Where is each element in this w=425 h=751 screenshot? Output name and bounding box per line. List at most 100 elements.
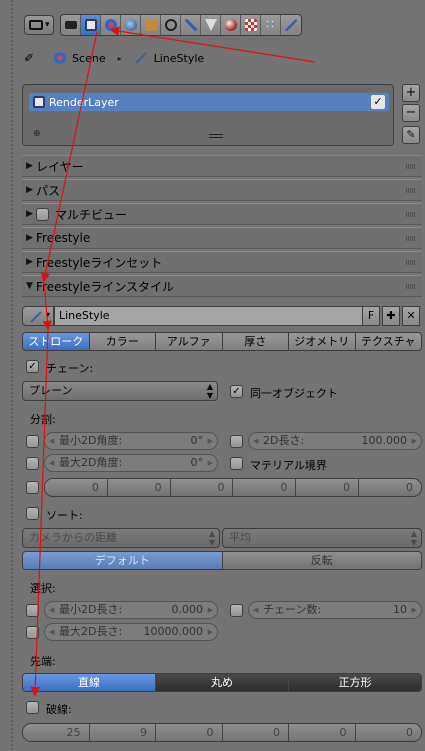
drag-grip-icon[interactable] xyxy=(406,164,416,169)
particles-context-button[interactable] xyxy=(261,15,281,35)
field-value: 0 xyxy=(273,726,280,739)
tab-strokes[interactable]: ストローク xyxy=(23,333,90,350)
panel-title: パス xyxy=(36,183,61,198)
max-2d-angle-field[interactable]: ◀ 最大2D角度: 0° ▶ xyxy=(44,454,218,472)
caps-butt-button[interactable]: 直線 xyxy=(23,674,156,691)
render-layers-icon xyxy=(84,19,97,31)
min-2d-angle-field[interactable]: ◀ 最小2D角度: 0° ▶ xyxy=(44,432,218,450)
gap-2-field[interactable]: 0 xyxy=(222,724,289,741)
data-context-button[interactable] xyxy=(201,15,221,35)
material-icon xyxy=(224,19,237,31)
drag-grip-icon[interactable] xyxy=(406,236,416,241)
linestyle-name-field[interactable]: LineStyle xyxy=(54,306,376,326)
drag-grip-icon[interactable] xyxy=(406,284,416,289)
drag-grip-icon[interactable] xyxy=(406,260,416,265)
material-boundary-label: マテリアル境界 xyxy=(250,459,327,472)
sort-default-button[interactable]: デフォルト xyxy=(23,552,223,569)
gap-3-field[interactable]: 0 xyxy=(355,724,421,741)
split-dash-checkbox[interactable] xyxy=(26,481,39,494)
drag-grip-icon[interactable] xyxy=(406,212,416,217)
pin-icon[interactable]: ✐ xyxy=(24,51,34,65)
same-object-checkbox[interactable]: ✓ xyxy=(230,385,243,398)
list-filter-icon[interactable]: ⊕ xyxy=(33,129,41,139)
dash-2-field[interactable]: 0 xyxy=(156,724,223,741)
field-label: 最大2D角度: xyxy=(59,456,123,469)
pin-layer-button[interactable]: ✎ xyxy=(402,126,420,144)
constraints-context-button[interactable] xyxy=(161,15,181,35)
remove-layer-button[interactable]: − xyxy=(402,104,420,122)
min-angle-checkbox[interactable] xyxy=(26,435,39,448)
split-gap-field[interactable]: 0 xyxy=(233,479,297,496)
modifiers-context-button[interactable] xyxy=(181,15,201,35)
material-boundary-checkbox[interactable] xyxy=(230,457,243,470)
fake-user-button[interactable]: F xyxy=(362,306,380,326)
tab-alpha[interactable]: アルファ xyxy=(156,333,223,350)
chevron-down-icon: ▾ xyxy=(45,20,50,30)
panel-lineset[interactable]: ▶ Freestyleラインセット xyxy=(22,251,422,273)
field-value: 9 xyxy=(140,726,147,739)
integration-type-dropdown[interactable]: 平均 ▲ ▼ xyxy=(222,528,422,548)
region-grip[interactable] xyxy=(11,0,13,751)
max-2d-length-field[interactable]: ◀ 最大2D長さ: 10000.000 ▶ xyxy=(44,623,218,641)
camera-icon xyxy=(64,21,77,29)
chain-count-field[interactable]: ◀ チェーン数: 10 ▶ xyxy=(248,601,422,619)
render-layers-context-button[interactable] xyxy=(81,15,101,35)
panel-freestyle[interactable]: ▶ Freestyle xyxy=(22,227,422,249)
length-2d-field[interactable]: ◀ 2D長さ: 100.000 ▶ xyxy=(248,432,422,450)
new-linestyle-button[interactable]: ✚ xyxy=(382,306,400,326)
dash-1-field[interactable]: 25 xyxy=(23,724,90,741)
mesh-data-icon xyxy=(204,19,217,31)
list-resize-grip[interactable] xyxy=(209,134,223,138)
sort-reverse-button[interactable]: 反転 xyxy=(222,552,421,569)
context-tabs xyxy=(60,14,302,36)
scene-context-button[interactable] xyxy=(101,15,121,35)
min-2d-length-field[interactable]: ◀ 最小2D長さ: 0.000 ▶ xyxy=(44,601,218,619)
add-layer-button[interactable]: + xyxy=(402,84,420,102)
max-length-checkbox[interactable] xyxy=(26,626,39,639)
split-gap-field[interactable]: 0 xyxy=(107,479,171,496)
panel-pass[interactable]: ▶ パス xyxy=(22,179,422,201)
chain-type-value: プレーン xyxy=(29,384,73,397)
render-layer-enable-checkbox[interactable]: ✓ xyxy=(371,95,385,109)
length-2d-checkbox[interactable] xyxy=(230,435,243,448)
sort-key-dropdown[interactable]: カメラからの距離 ▲ ▼ xyxy=(22,528,220,548)
tab-thickness[interactable]: 厚さ xyxy=(222,333,289,350)
split-dash-field[interactable]: 0 xyxy=(296,479,360,496)
chaining-label: チェーン: xyxy=(46,362,94,375)
split-gap-field[interactable]: 0 xyxy=(359,479,421,496)
split-dash-field[interactable]: 0 xyxy=(170,479,234,496)
physics-context-button[interactable] xyxy=(281,15,301,35)
caps-round-button[interactable]: 丸め xyxy=(156,674,289,691)
material-context-button[interactable] xyxy=(221,15,241,35)
texture-context-button[interactable] xyxy=(241,15,261,35)
tab-color[interactable]: カラー xyxy=(89,333,156,350)
dashed-line-checkbox[interactable] xyxy=(26,701,39,714)
unlink-linestyle-button[interactable]: ✕ xyxy=(402,306,420,326)
expand-arrow-icon: ▶ xyxy=(26,161,33,171)
object-context-button[interactable] xyxy=(141,15,161,35)
panel-multiview[interactable]: ▶ マルチビュー xyxy=(22,203,422,225)
chain-type-dropdown[interactable]: プレーン ▲ ▼ xyxy=(22,381,218,401)
panel-layer[interactable]: ▶ レイヤー xyxy=(22,155,422,177)
render-layer-item[interactable]: RenderLayer ✓ xyxy=(29,93,389,111)
field-value: 0° xyxy=(190,434,204,447)
world-context-button[interactable] xyxy=(121,15,141,35)
linestyle-browse-button[interactable]: ▾ xyxy=(22,306,54,326)
dash-3-field[interactable]: 0 xyxy=(289,724,356,741)
drag-grip-icon[interactable] xyxy=(406,188,416,193)
max-angle-checkbox[interactable] xyxy=(26,457,39,470)
gap-1-field[interactable]: 9 xyxy=(89,724,156,741)
min-length-checkbox[interactable] xyxy=(26,604,39,617)
render-context-button[interactable] xyxy=(61,15,81,35)
chain-count-checkbox[interactable] xyxy=(230,604,243,617)
caps-square-button[interactable]: 正方形 xyxy=(289,674,421,691)
tab-texture[interactable]: テクスチャ xyxy=(355,333,421,350)
panel-linestyle[interactable]: ▼ Freestyleラインスタイル xyxy=(22,275,422,297)
editor-type-button[interactable]: ▾ xyxy=(24,15,54,35)
multiview-checkbox[interactable] xyxy=(36,207,49,221)
chaining-checkbox[interactable]: ✓ xyxy=(26,360,39,373)
sorting-checkbox[interactable] xyxy=(26,507,39,520)
field-value: 0 xyxy=(217,481,225,494)
split-dash-field[interactable]: 0 xyxy=(45,479,108,496)
tab-geometry[interactable]: ジオメトリ xyxy=(289,333,356,350)
